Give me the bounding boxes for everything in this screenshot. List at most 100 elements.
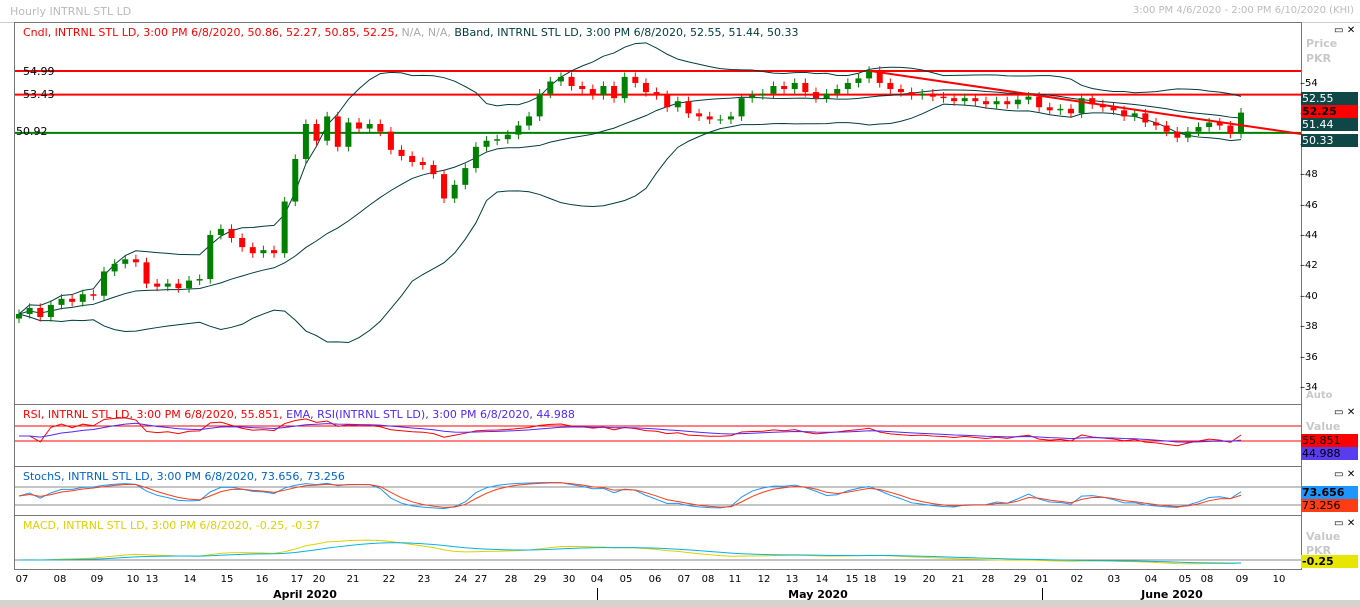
y-tick-label: –44 (1300, 230, 1318, 241)
candle-body (1025, 96, 1032, 100)
candle-body (292, 158, 299, 202)
candle-body (419, 162, 426, 166)
x-tick-label: 01 (1035, 574, 1049, 585)
candle-body (887, 82, 894, 90)
candle-body (759, 93, 766, 96)
candle-body (664, 95, 671, 108)
stoch-d-tag: 73.256 (1301, 499, 1358, 512)
bband-upper-tag: 52.55 (1301, 92, 1358, 105)
rsi-line (19, 417, 1242, 447)
candle-body (16, 314, 22, 319)
candle-body (1121, 110, 1128, 117)
candle-body (653, 92, 660, 96)
candle-body (1078, 98, 1085, 114)
candle-body (568, 76, 575, 86)
candle-body (897, 89, 904, 93)
candle-body (239, 238, 246, 248)
x-tick-label: 21 (346, 574, 360, 585)
candle-body (706, 116, 713, 120)
x-tick-label: 22 (382, 574, 396, 585)
candle-body (90, 294, 97, 296)
candle-body (504, 134, 511, 140)
x-tick-label: 02 (1070, 574, 1084, 585)
trend-line (868, 69, 1301, 135)
x-tick-label: 07 (15, 574, 29, 585)
x-tick-label: 10 (126, 574, 140, 585)
candle-body (844, 82, 851, 90)
candle-body (281, 201, 288, 254)
candle-body (834, 89, 841, 94)
x-tick-label: 19 (893, 574, 907, 585)
candle-body (919, 93, 926, 96)
y-tick-label: –40 (1300, 290, 1318, 302)
candle-body (1206, 122, 1213, 128)
candle-body (430, 165, 437, 175)
candle-body (717, 119, 724, 121)
x-tick-label: 04 (1144, 574, 1158, 585)
y-tick-label: –34 (1300, 382, 1318, 393)
level-label-1: 54.99 (23, 65, 55, 78)
macd-pane[interactable]: MACD, INTRNL STL LD, 3:00 PM 6/8/2020, -… (14, 515, 1302, 570)
bband-lower-tag: 50.33 (1301, 134, 1358, 147)
candle-body (1057, 108, 1064, 111)
x-tick-label: 08 (701, 574, 715, 585)
candle-body (186, 280, 193, 289)
rsi-pane[interactable]: RSI, INTRNL STL LD, 3:00 PM 6/8/2020, 55… (14, 404, 1302, 468)
x-tick-label: 05 (619, 574, 633, 585)
stoch-legend: StochS, INTRNL STL LD, 3:00 PM 6/8/2020,… (23, 470, 345, 483)
y-tick-label: –46 (1300, 199, 1318, 211)
candle-body (196, 279, 203, 281)
price-pane[interactable]: Cndl, INTRNL STL LD, 3:00 PM 6/8/2020, 5… (14, 22, 1302, 406)
candle-body (451, 184, 458, 199)
horizontal-scrollbar[interactable] (0, 600, 1360, 607)
candle-body (812, 92, 819, 99)
x-tick-label: 08 (1200, 574, 1214, 585)
macd-maximize-icon[interactable]: ▭ ✕ (1334, 518, 1355, 529)
x-tick-label: 13 (785, 574, 799, 585)
candle-body (557, 76, 564, 82)
level-label-2: 53.43 (23, 88, 55, 101)
x-tick-label: 30 (562, 574, 576, 585)
candle-body (908, 92, 915, 96)
candle-body (164, 283, 171, 287)
candle-body (398, 149, 405, 156)
candle-body (1067, 108, 1074, 114)
candle-body (579, 86, 586, 90)
stoch-pane[interactable]: StochS, INTRNL STL LD, 3:00 PM 6/8/2020,… (14, 466, 1302, 517)
maximize-icon[interactable]: ▭ ✕ (1334, 25, 1355, 36)
stoch-d-line (18, 482, 1242, 508)
candle-body (674, 101, 681, 108)
x-tick-label: 14 (815, 574, 829, 585)
x-tick-label: 05 (1178, 574, 1192, 585)
candle-body (600, 86, 607, 96)
candle-body (356, 122, 363, 129)
x-tick-label: 28 (981, 574, 995, 585)
stoch-maximize-icon[interactable]: ▭ ✕ (1334, 469, 1355, 480)
chart-title: Hourly INTRNL STL LD (10, 5, 132, 18)
rsi-tag: 55.851 (1301, 434, 1358, 447)
rsi-maximize-icon[interactable]: ▭ ✕ (1334, 407, 1355, 418)
candle-body (982, 101, 989, 105)
candle-body (37, 307, 44, 318)
candle-body (228, 228, 235, 238)
x-tick-label: 15 (220, 574, 234, 585)
candle-body (207, 234, 214, 280)
candle-body (313, 124, 320, 141)
x-tick-label: 29 (1013, 574, 1027, 585)
price-axis-unit: PKR (1306, 52, 1332, 65)
candle-body (781, 86, 788, 90)
candle-body (217, 228, 224, 235)
price-plot (15, 42, 1301, 344)
candle-body (1152, 122, 1159, 126)
candle-body (324, 116, 331, 141)
x-tick-label: 16 (255, 574, 269, 585)
candle-body (1036, 96, 1043, 108)
candle-body (271, 250, 278, 254)
candle-body (791, 82, 798, 90)
x-tick-label: 04 (590, 574, 604, 585)
x-tick-label: 09 (90, 574, 104, 585)
x-tick-label: 17 (290, 574, 304, 585)
candle-body (472, 146, 479, 169)
rsi-ema-tag: 44.988 (1301, 447, 1358, 460)
candle-body (611, 86, 618, 99)
